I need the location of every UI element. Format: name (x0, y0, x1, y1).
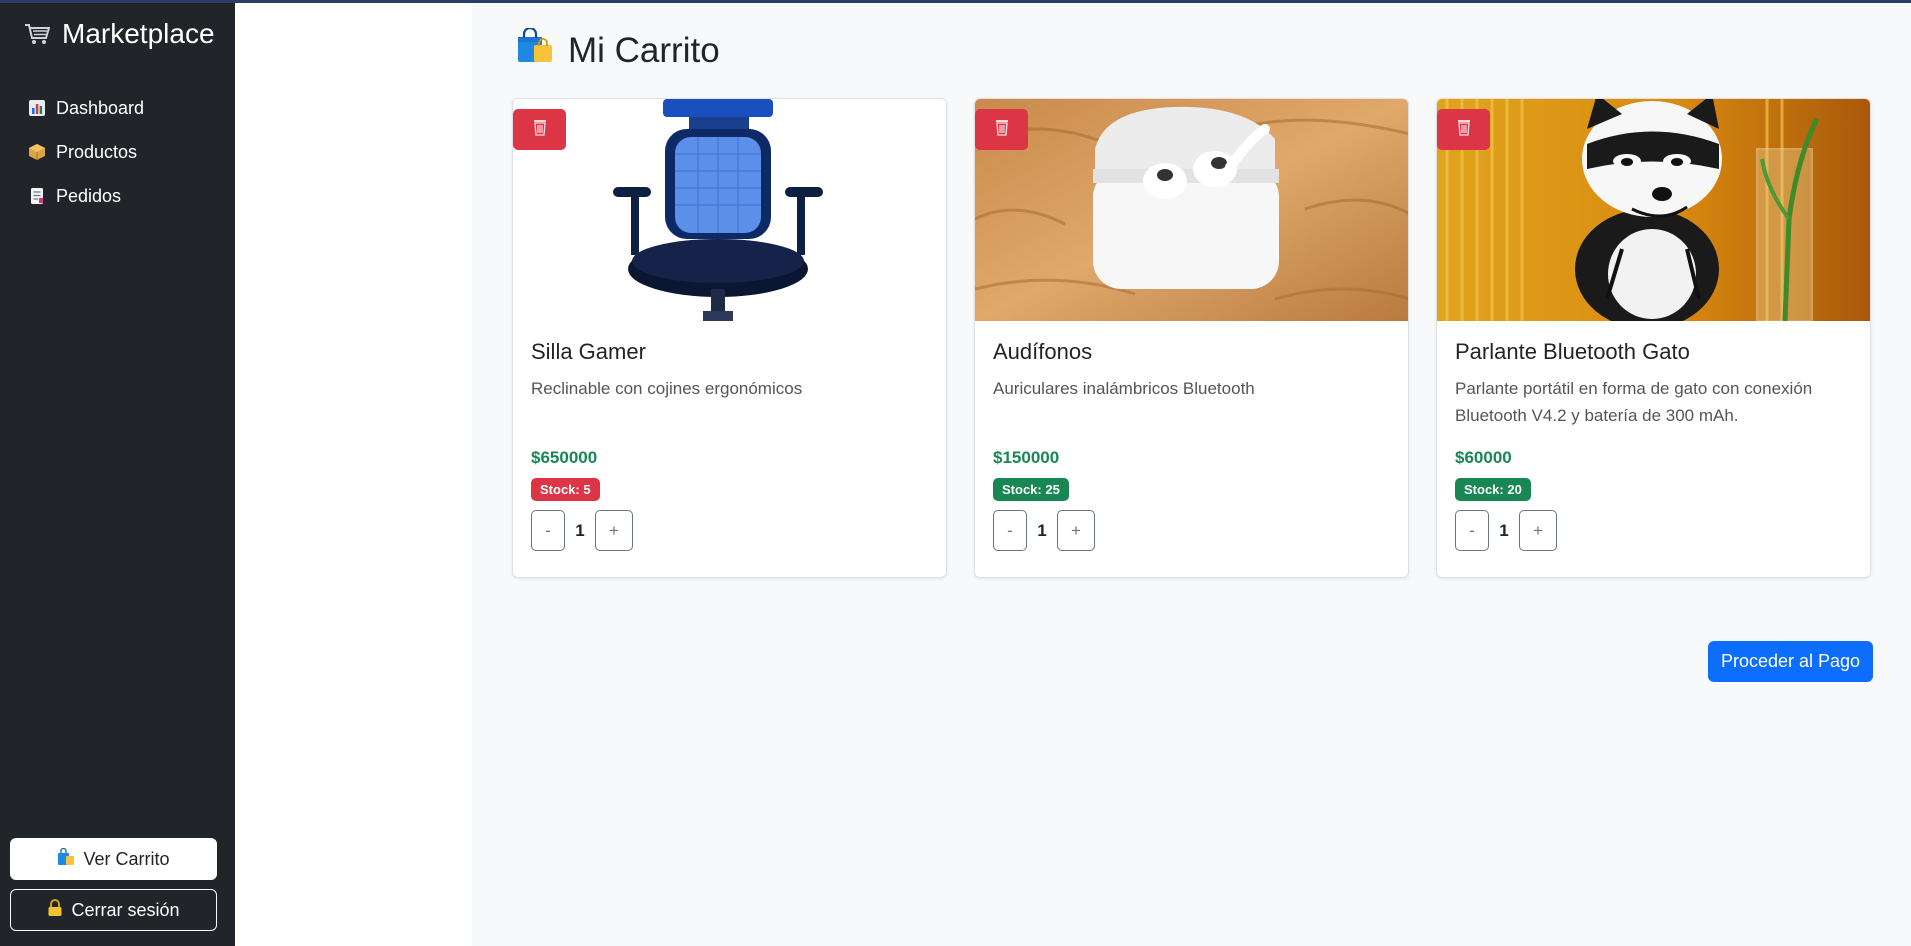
logout-button[interactable]: Cerrar sesión (10, 889, 217, 931)
shopping-bags-icon (57, 847, 75, 871)
remove-item-button[interactable] (975, 109, 1028, 150)
sidebar-item-pedidos[interactable]: Pedidos (28, 174, 144, 218)
content-spacer (235, 0, 472, 946)
trash-icon (1455, 118, 1473, 141)
checkout-button[interactable]: Proceder al Pago (1708, 641, 1873, 682)
sidebar: Marketplace Dashboard Productos Pedidos … (0, 0, 235, 946)
shopping-bags-icon (516, 26, 554, 73)
cart-item-card: Silla Gamer Reclinable con cojines ergon… (512, 98, 947, 578)
brand[interactable]: Marketplace (24, 18, 215, 50)
view-cart-button[interactable]: Ver Carrito (10, 838, 217, 880)
stock-badge: Stock: 25 (993, 478, 1069, 501)
increase-quantity-button[interactable]: + (595, 510, 633, 551)
increase-quantity-button[interactable]: + (1057, 510, 1095, 551)
page-title: Mi Carrito (516, 26, 720, 73)
product-image-cat-speaker (1437, 99, 1870, 321)
quantity-stepper: - 1 + (1455, 510, 1557, 551)
product-price: $60000 (1455, 448, 1512, 467)
remove-item-button[interactable] (513, 109, 566, 150)
quantity-stepper: - 1 + (993, 510, 1095, 551)
sidebar-item-productos[interactable]: Productos (28, 130, 144, 174)
sidebar-item-dashboard[interactable]: Dashboard (28, 86, 144, 130)
decrease-quantity-button[interactable]: - (993, 510, 1027, 551)
remove-item-button[interactable] (1437, 109, 1490, 150)
trash-icon (531, 118, 549, 141)
page-title-text: Mi Carrito (568, 30, 720, 70)
quantity-value: 1 (575, 520, 585, 540)
product-image-earbuds (975, 99, 1408, 321)
decrease-quantity-button[interactable]: - (1455, 510, 1489, 551)
top-accent-line (0, 0, 1911, 3)
product-description: Parlante portátil en forma de gato con c… (1455, 379, 1813, 425)
product-name: Silla Gamer (531, 339, 646, 364)
stock-badge: Stock: 5 (531, 478, 600, 501)
bar-chart-icon (28, 99, 46, 117)
lock-icon (47, 898, 63, 922)
quantity-value: 1 (1499, 520, 1509, 540)
trash-icon (993, 118, 1011, 141)
product-image-chair (513, 99, 946, 321)
product-name: Parlante Bluetooth Gato (1455, 339, 1690, 364)
cart-item-card: Audífonos Auriculares inalámbricos Bluet… (974, 98, 1409, 578)
view-cart-label: Ver Carrito (83, 848, 170, 869)
sidebar-item-label: Pedidos (56, 185, 122, 206)
cart-item-card: Parlante Bluetooth Gato Parlante portáti… (1436, 98, 1871, 578)
increase-quantity-button[interactable]: + (1519, 510, 1557, 551)
quantity-value: 1 (1037, 520, 1047, 540)
sidebar-item-label: Dashboard (56, 97, 145, 118)
product-price: $650000 (531, 448, 598, 467)
package-icon (28, 143, 46, 161)
decrease-quantity-button[interactable]: - (531, 510, 565, 551)
stock-badge: Stock: 20 (1455, 478, 1531, 501)
product-description: Reclinable con cojines ergonómicos (531, 379, 803, 398)
brand-name: Marketplace (62, 18, 215, 49)
product-price: $150000 (993, 448, 1060, 467)
product-description: Auriculares inalámbricos Bluetooth (993, 379, 1255, 398)
document-icon (28, 187, 46, 205)
quantity-stepper: - 1 + (531, 510, 633, 551)
sidebar-nav: Dashboard Productos Pedidos (28, 86, 144, 218)
cart-icon (24, 23, 50, 45)
sidebar-item-label: Productos (56, 141, 138, 162)
product-name: Audífonos (993, 339, 1093, 364)
logout-label: Cerrar sesión (71, 899, 180, 920)
